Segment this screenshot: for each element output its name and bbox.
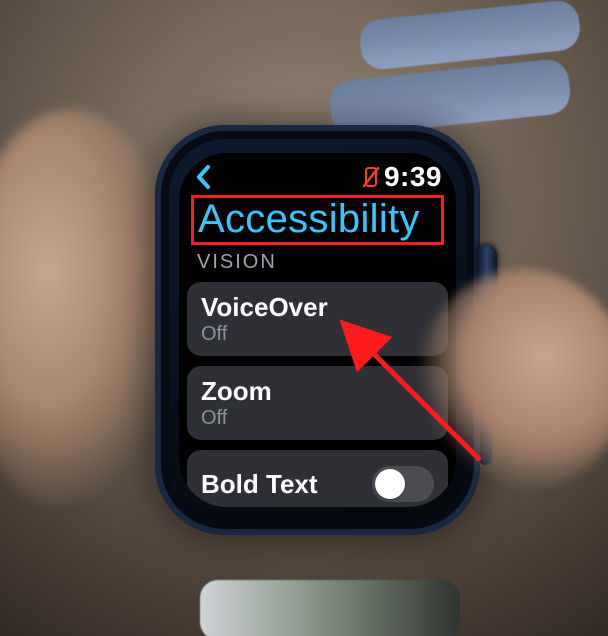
hand (0, 110, 180, 510)
status-bar: 9:39 (187, 161, 448, 193)
title-highlight-box: Accessibility (191, 195, 444, 245)
list-item-label: Bold Text (201, 469, 318, 500)
digital-crown[interactable] (477, 245, 497, 307)
clock-time: 9:39 (384, 161, 442, 193)
list-item-label: Zoom (201, 376, 434, 407)
list-item-bold-text[interactable]: Bold Text (187, 450, 448, 507)
phone-disconnected-icon (362, 166, 380, 188)
back-button[interactable] (193, 161, 215, 193)
list-item-voiceover[interactable]: VoiceOver Off (187, 282, 448, 356)
section-header-vision: VISION (197, 251, 444, 274)
list-item-state: Off (201, 323, 434, 346)
toggle-switch[interactable] (372, 466, 434, 502)
chevron-left-icon (193, 161, 215, 193)
watch-band (200, 580, 460, 636)
page-title: Accessibility (198, 198, 437, 240)
watch-screen: 9:39 Accessibility VISION VoiceOver Off … (179, 153, 456, 507)
scene: 9:39 Accessibility VISION VoiceOver Off … (0, 0, 608, 636)
watch-case: 9:39 Accessibility VISION VoiceOver Off … (155, 125, 480, 535)
side-button[interactable] (480, 375, 492, 465)
list-item-label: VoiceOver (201, 292, 434, 323)
list-item-state: Off (201, 407, 434, 430)
list-item-zoom[interactable]: Zoom Off (187, 366, 448, 440)
